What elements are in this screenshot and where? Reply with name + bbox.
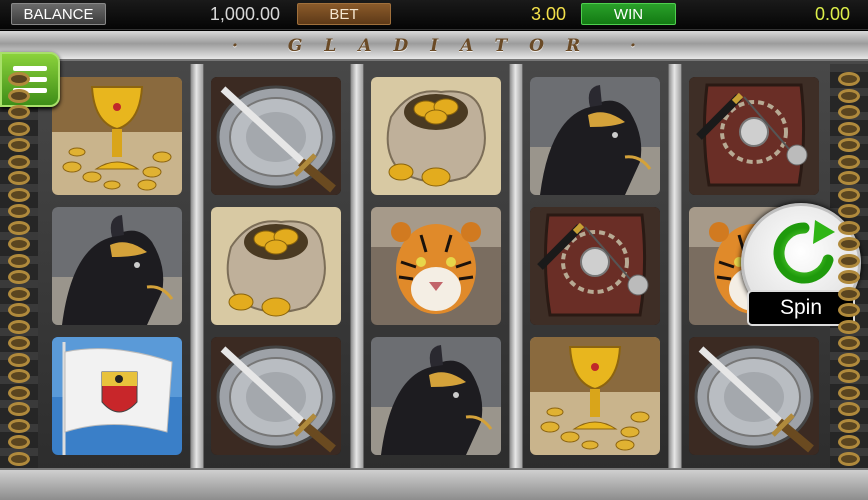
bet-value: 3.00 (530, 4, 566, 24)
bet-button[interactable]: BET (297, 3, 391, 25)
chain-link (838, 187, 860, 202)
chain-link (8, 385, 30, 400)
chain-link (8, 369, 30, 383)
chain-link (8, 72, 30, 86)
chain-link (838, 154, 860, 169)
chain-link (8, 303, 30, 317)
chain-link (838, 402, 860, 416)
chain-link (8, 451, 30, 466)
chain-link (838, 253, 860, 268)
coin-bag-icon (211, 207, 341, 325)
coin-bag-icon (371, 77, 501, 195)
chain-link (838, 369, 860, 383)
chain-link (8, 88, 30, 103)
chain-link (838, 286, 860, 301)
chain-link (8, 204, 30, 218)
chain-link (8, 253, 30, 268)
balance-label: BALANCE (11, 3, 106, 25)
balance-value: 1,000.00 (209, 4, 280, 24)
win-label: WIN (581, 3, 676, 25)
chain-link (838, 105, 860, 119)
reel-symbol-horse (52, 207, 182, 325)
chain-link (8, 270, 30, 284)
reel-symbol-shield-sword (211, 77, 341, 195)
reel-divider (668, 64, 682, 468)
shield-sword-icon (211, 77, 341, 195)
reel-divider (350, 64, 364, 468)
reel-symbol-shield-sword (689, 337, 819, 455)
chain-link (838, 270, 860, 284)
chain-link (8, 418, 30, 433)
bottom-bar (0, 468, 868, 500)
reel-symbol-shield-mace (689, 77, 819, 195)
chain-link (838, 171, 860, 185)
tiger-icon (371, 207, 501, 325)
horse-icon (52, 207, 182, 325)
reel-symbol-goblet (52, 77, 182, 195)
chain-link (8, 336, 30, 350)
reel-symbol-coin-bag (371, 77, 501, 195)
hamburger-menu-icon (13, 66, 47, 71)
chain-link (8, 121, 30, 136)
chain-link (838, 385, 860, 400)
chain-link (838, 204, 860, 218)
goblet-icon (530, 337, 660, 455)
goblet-icon (52, 77, 182, 195)
chain-link (8, 220, 30, 235)
shield-sword-icon (689, 337, 819, 455)
top-hud: BALANCE 1,000.00 BET 3.00 WIN 0.00 (0, 0, 868, 30)
chain-link (838, 237, 860, 251)
chain-link (838, 88, 860, 103)
chain-link (8, 105, 30, 119)
horse-icon (371, 337, 501, 455)
chain-link (838, 435, 860, 449)
chain-link (838, 220, 860, 235)
reel-symbol-flag (52, 337, 182, 455)
reel-symbol-horse (371, 337, 501, 455)
chain-link (838, 319, 860, 334)
reel-symbol-tiger (371, 207, 501, 325)
chain-link (8, 319, 30, 334)
shield-mace-icon (530, 207, 660, 325)
flag-icon (52, 337, 182, 455)
reel-symbol-shield-mace (530, 207, 660, 325)
shield-sword-icon (211, 337, 341, 455)
chain-link (838, 138, 860, 152)
chain-link (838, 121, 860, 136)
chain-link (838, 418, 860, 433)
shield-mace-icon (689, 77, 819, 195)
chain-link (8, 237, 30, 251)
reel-divider (509, 64, 523, 468)
chain-link (838, 451, 860, 466)
chain-link (838, 352, 860, 367)
chain-link (8, 435, 30, 449)
reel-divider (190, 64, 204, 468)
chain-link (8, 402, 30, 416)
reel-symbol-goblet (530, 337, 660, 455)
win-value: 0.00 (814, 4, 850, 24)
chain-link (8, 187, 30, 202)
reel-symbol-coin-bag (211, 207, 341, 325)
chain-link (8, 171, 30, 185)
reel-symbol-shield-sword (211, 337, 341, 455)
chain-link (8, 286, 30, 301)
refresh-arrow-icon (773, 220, 835, 284)
chain-link (8, 138, 30, 152)
reel-symbol-horse (530, 77, 660, 195)
chain-link (838, 303, 860, 317)
game-title: · GLADIATOR · (232, 36, 658, 56)
chain-link (838, 72, 860, 86)
chain-link (8, 154, 30, 169)
chain-link (8, 352, 30, 367)
horse-icon (530, 77, 660, 195)
chain-link (838, 336, 860, 350)
